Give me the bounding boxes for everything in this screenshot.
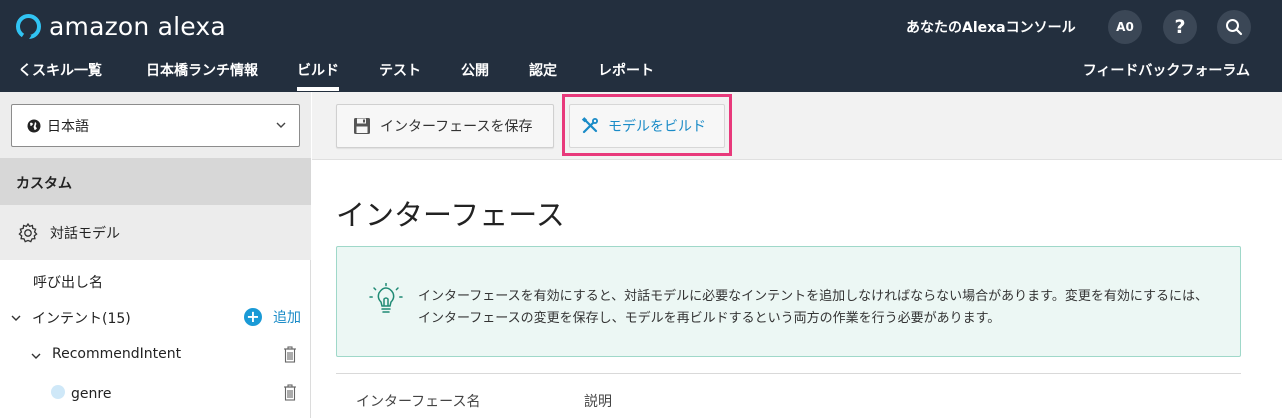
skill-list-link[interactable]: くスキル一覧 bbox=[18, 60, 102, 80]
sidebar-item-intents[interactable]: インテント(15) bbox=[32, 308, 131, 328]
page-title: インターフェース bbox=[336, 198, 565, 232]
add-intent-button[interactable]: + 追加 bbox=[244, 307, 301, 327]
build-model-button[interactable]: モデルをビルド bbox=[569, 104, 725, 148]
language-value: 日本語 bbox=[47, 118, 89, 135]
slot-dot-icon bbox=[51, 385, 65, 399]
user-avatar[interactable]: A0 bbox=[1108, 10, 1142, 44]
tab-build[interactable]: ビルド bbox=[297, 60, 339, 80]
tools-icon bbox=[581, 117, 598, 134]
search-icon[interactable] bbox=[1217, 10, 1251, 44]
amazon-alexa-logo[interactable]: amazon alexa bbox=[16, 10, 226, 42]
active-tab-indicator bbox=[297, 87, 339, 91]
sidebar-item-label: 対話モデル bbox=[50, 225, 120, 242]
info-message: インターフェースを有効にすると、対話モデルに必要なインテントを追加しなければなら… bbox=[418, 289, 1209, 326]
column-header-description: 説明 bbox=[584, 394, 612, 410]
sidebar-item-invocation[interactable]: 呼び出し名 bbox=[33, 272, 103, 292]
language-area: 日本語 bbox=[0, 92, 311, 158]
chevron-down-icon[interactable] bbox=[31, 351, 41, 361]
save-label: インターフェースを保存 bbox=[380, 119, 533, 135]
top-header: amazon alexa あなたのAlexaコンソール A0 ? くスキル一覧 … bbox=[0, 0, 1282, 92]
toolbar: インターフェースを保存 モデルをビルド bbox=[312, 92, 1282, 160]
sidebar-item-slot[interactable]: genre bbox=[71, 386, 111, 402]
build-label: モデルをビルド bbox=[608, 119, 706, 135]
section-custom[interactable]: カスタム bbox=[0, 158, 311, 205]
brand-text: amazon alexa bbox=[49, 11, 226, 41]
tab-report[interactable]: レポート bbox=[598, 60, 654, 80]
trash-icon[interactable] bbox=[283, 346, 297, 363]
add-label: 追加 bbox=[273, 310, 301, 326]
alexa-ring-icon bbox=[16, 13, 41, 39]
chevron-down-icon bbox=[276, 122, 286, 128]
skill-name-tab[interactable]: 日本橋ランチ情報 bbox=[146, 60, 258, 80]
trash-icon[interactable] bbox=[283, 384, 297, 401]
save-interface-button[interactable]: インターフェースを保存 bbox=[336, 104, 554, 148]
sidebar-item-intent[interactable]: RecommendIntent bbox=[52, 346, 181, 362]
column-header-interface-name: インターフェース名 bbox=[356, 394, 481, 410]
floppy-disk-icon bbox=[354, 118, 370, 134]
tab-publish[interactable]: 公開 bbox=[461, 60, 489, 80]
sidebar-item-dialog-model[interactable]: 対話モデル bbox=[0, 205, 311, 260]
tab-certification[interactable]: 認定 bbox=[529, 60, 557, 80]
tab-test[interactable]: テスト bbox=[379, 60, 421, 80]
help-icon[interactable]: ? bbox=[1163, 10, 1197, 44]
console-title[interactable]: あなたのAlexaコンソール bbox=[906, 17, 1076, 37]
globe-icon bbox=[27, 119, 41, 132]
lightbulb-icon bbox=[369, 283, 403, 313]
chevron-down-icon[interactable] bbox=[11, 313, 21, 323]
sidebar: 日本語 カスタム 対話モデル 呼び出し名 インテント(15) + 追加 Reco… bbox=[0, 92, 311, 418]
plus-icon: + bbox=[244, 308, 262, 326]
table-divider bbox=[336, 373, 1241, 374]
gear-icon bbox=[18, 222, 38, 242]
info-banner: インターフェースを有効にすると、対話モデルに必要なインテントを追加しなければなら… bbox=[336, 246, 1241, 357]
feedback-forum-link[interactable]: フィードバックフォーラム bbox=[1083, 60, 1250, 80]
language-select[interactable]: 日本語 bbox=[11, 104, 300, 147]
skill-nav: くスキル一覧 日本橋ランチ情報 ビルド テスト 公開 認定 レポート フィードバ… bbox=[0, 52, 1282, 92]
